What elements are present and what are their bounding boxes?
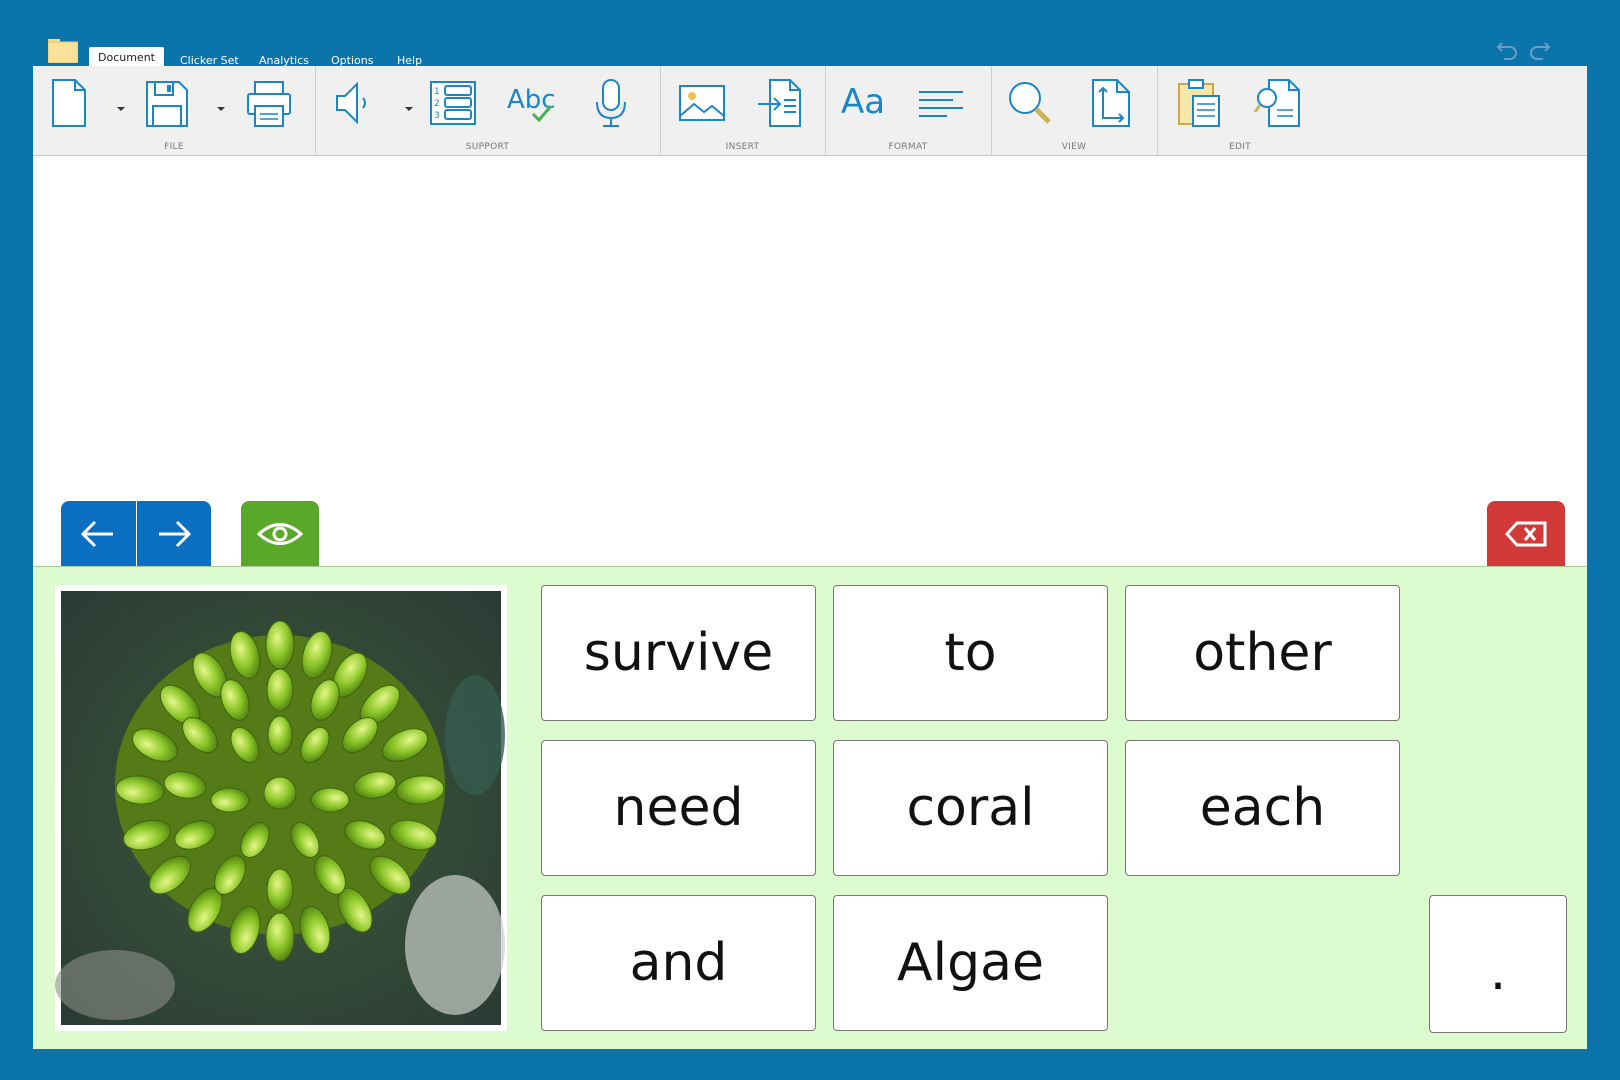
new-document-button[interactable] <box>45 76 93 130</box>
insert-file-button[interactable] <box>756 76 804 130</box>
picture-icon <box>679 85 725 121</box>
arrow-right-icon <box>159 520 192 548</box>
word-cell-other[interactable]: other <box>1125 585 1400 721</box>
arrow-left-icon <box>80 520 113 548</box>
group-label-view: VIEW <box>1061 142 1087 152</box>
speech-button[interactable] <box>329 76 377 130</box>
align-left-icon <box>919 91 963 117</box>
paste-button[interactable] <box>1175 76 1223 130</box>
undo-icon[interactable] <box>1494 36 1520 60</box>
insert-file-icon <box>758 79 801 127</box>
speaker-icon <box>336 81 366 125</box>
ribbon-group-file: FILE <box>33 66 316 155</box>
group-label-file: FILE <box>164 142 184 152</box>
font-button[interactable]: Aa <box>839 76 887 130</box>
coral-picture <box>55 585 507 1031</box>
save-dropdown-arrow[interactable] <box>215 99 227 111</box>
word-cell-to[interactable]: to <box>833 585 1108 721</box>
group-label-edit: EDIT <box>1229 142 1251 152</box>
speech-dropdown-arrow[interactable] <box>403 99 415 111</box>
folder-icon[interactable] <box>47 36 79 64</box>
word-cell-each[interactable]: each <box>1125 740 1400 876</box>
ribbon-toolbar: FILE 1 2 3 Abc SUPPORT INSERT Aa FORMAT VI… <box>33 66 1587 156</box>
backspace-icon <box>1504 521 1547 547</box>
group-label-support: SUPPORT <box>465 142 510 152</box>
new-dropdown-arrow[interactable] <box>115 99 127 111</box>
insert-picture-button[interactable] <box>678 76 726 130</box>
save-button[interactable] <box>143 76 191 130</box>
find-replace-button[interactable] <box>1253 76 1301 130</box>
clipboard-icon <box>1178 79 1220 127</box>
print-button[interactable] <box>245 76 293 130</box>
magnifier-icon <box>1009 82 1051 124</box>
word-cell-algae[interactable]: Algae <box>833 895 1108 1031</box>
svg-text:3: 3 <box>434 111 440 121</box>
group-label-format: FORMAT <box>888 142 928 152</box>
ribbon-group-insert: INSERT <box>660 66 826 155</box>
numbered-list-icon: 1 2 3 <box>430 81 476 125</box>
printer-icon <box>247 81 291 127</box>
previous-button[interactable] <box>61 501 136 567</box>
paragraph-button[interactable] <box>917 76 965 130</box>
page-layout-button[interactable] <box>1087 76 1135 130</box>
save-icon <box>146 81 188 127</box>
new-document-icon <box>52 79 86 127</box>
show-hide-button[interactable] <box>241 501 319 567</box>
spellcheck-button[interactable]: Abc <box>507 76 556 130</box>
tab-document[interactable]: Document <box>89 47 164 67</box>
word-cell-and[interactable]: and <box>541 895 816 1031</box>
spellcheck-icon: Abc <box>507 85 556 123</box>
ribbon-group-support: 1 2 3 Abc SUPPORT <box>315 66 661 155</box>
zoom-button[interactable] <box>1005 76 1053 130</box>
microphone-icon <box>596 79 626 127</box>
word-predictor-button[interactable]: 1 2 3 <box>429 76 477 130</box>
svg-text:1: 1 <box>434 87 440 97</box>
page-size-icon <box>1092 79 1130 127</box>
ribbon-group-edit: EDIT <box>1157 66 1323 155</box>
svg-text:2: 2 <box>434 99 440 109</box>
font-icon: Aa <box>841 82 885 122</box>
word-cell-coral[interactable]: coral <box>833 740 1108 876</box>
group-label-insert: INSERT <box>725 142 760 152</box>
word-cell-need[interactable]: need <box>541 740 816 876</box>
word-cell-survive[interactable]: survive <box>541 585 816 721</box>
punctuation-cell-full-stop[interactable]: . <box>1429 895 1567 1033</box>
ribbon-group-view: VIEW <box>991 66 1158 155</box>
ribbon-group-format: Aa FORMAT <box>825 66 992 155</box>
delete-button[interactable] <box>1487 501 1565 567</box>
font-label: Aa <box>841 82 885 122</box>
find-document-icon <box>1253 79 1300 127</box>
voice-input-button[interactable] <box>587 76 635 130</box>
next-button[interactable] <box>137 501 211 567</box>
redo-icon[interactable] <box>1527 36 1553 60</box>
eye-icon <box>256 523 304 545</box>
